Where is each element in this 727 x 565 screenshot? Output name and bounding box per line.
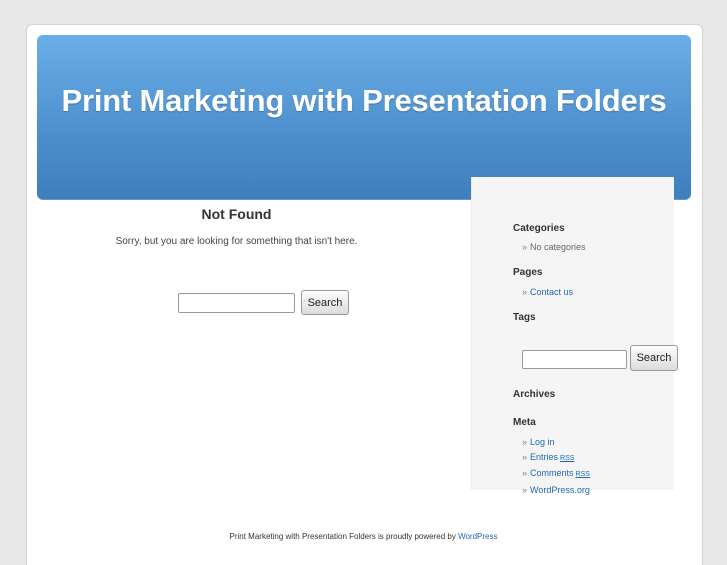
footer-wordpress-link[interactable]: WordPress: [458, 532, 497, 541]
site-footer: Print Marketing with Presentation Folder…: [0, 532, 727, 541]
footer-text: Print Marketing with Presentation Folder…: [229, 532, 456, 541]
pages-heading: Pages: [513, 267, 543, 278]
categories-list: » No categories: [522, 240, 586, 255]
pages-list: » Contact us: [522, 285, 573, 300]
categories-heading: Categories: [513, 223, 565, 234]
not-found-message: Sorry, but you are looking for something…: [115, 236, 358, 247]
list-item: » Entries RSS: [522, 451, 575, 462]
tags-heading: Tags: [513, 312, 536, 323]
site-header: Print Marketing with Presentation Folder…: [37, 35, 691, 200]
list-item: » No categories: [522, 242, 586, 252]
meta-link-comments-rss[interactable]: Comments RSS: [530, 468, 590, 478]
list-item: » Comments RSS: [522, 468, 590, 478]
list-item: » Log in: [522, 437, 555, 447]
rss-label: RSS: [560, 454, 575, 462]
meta-list: » Log in » Entries RSS » Comments RSS » WordPr…: [522, 435, 590, 497]
page-title: Not Found: [201, 206, 272, 222]
sidebar-search-button[interactable]: Search: [630, 345, 678, 371]
list-item: » WordPress.org: [522, 484, 590, 495]
sidebar-search-input[interactable]: [522, 350, 627, 369]
archives-heading: Archives: [513, 389, 556, 400]
meta-link-log-in[interactable]: Log in: [530, 437, 555, 447]
page-link-contact-us[interactable]: Contact us: [530, 287, 573, 297]
search-button[interactable]: Search: [301, 290, 349, 315]
meta-link-wordpress-org[interactable]: WordPress.org: [530, 485, 590, 495]
blog-title[interactable]: Print Marketing with Presentation Folder…: [37, 83, 691, 119]
list-item: » Contact us: [522, 287, 574, 297]
rss-label: RSS: [575, 471, 590, 478]
meta-heading: Meta: [513, 417, 536, 428]
search-input[interactable]: [178, 293, 295, 313]
meta-link-entries-rss[interactable]: Entries RSS: [530, 452, 574, 462]
